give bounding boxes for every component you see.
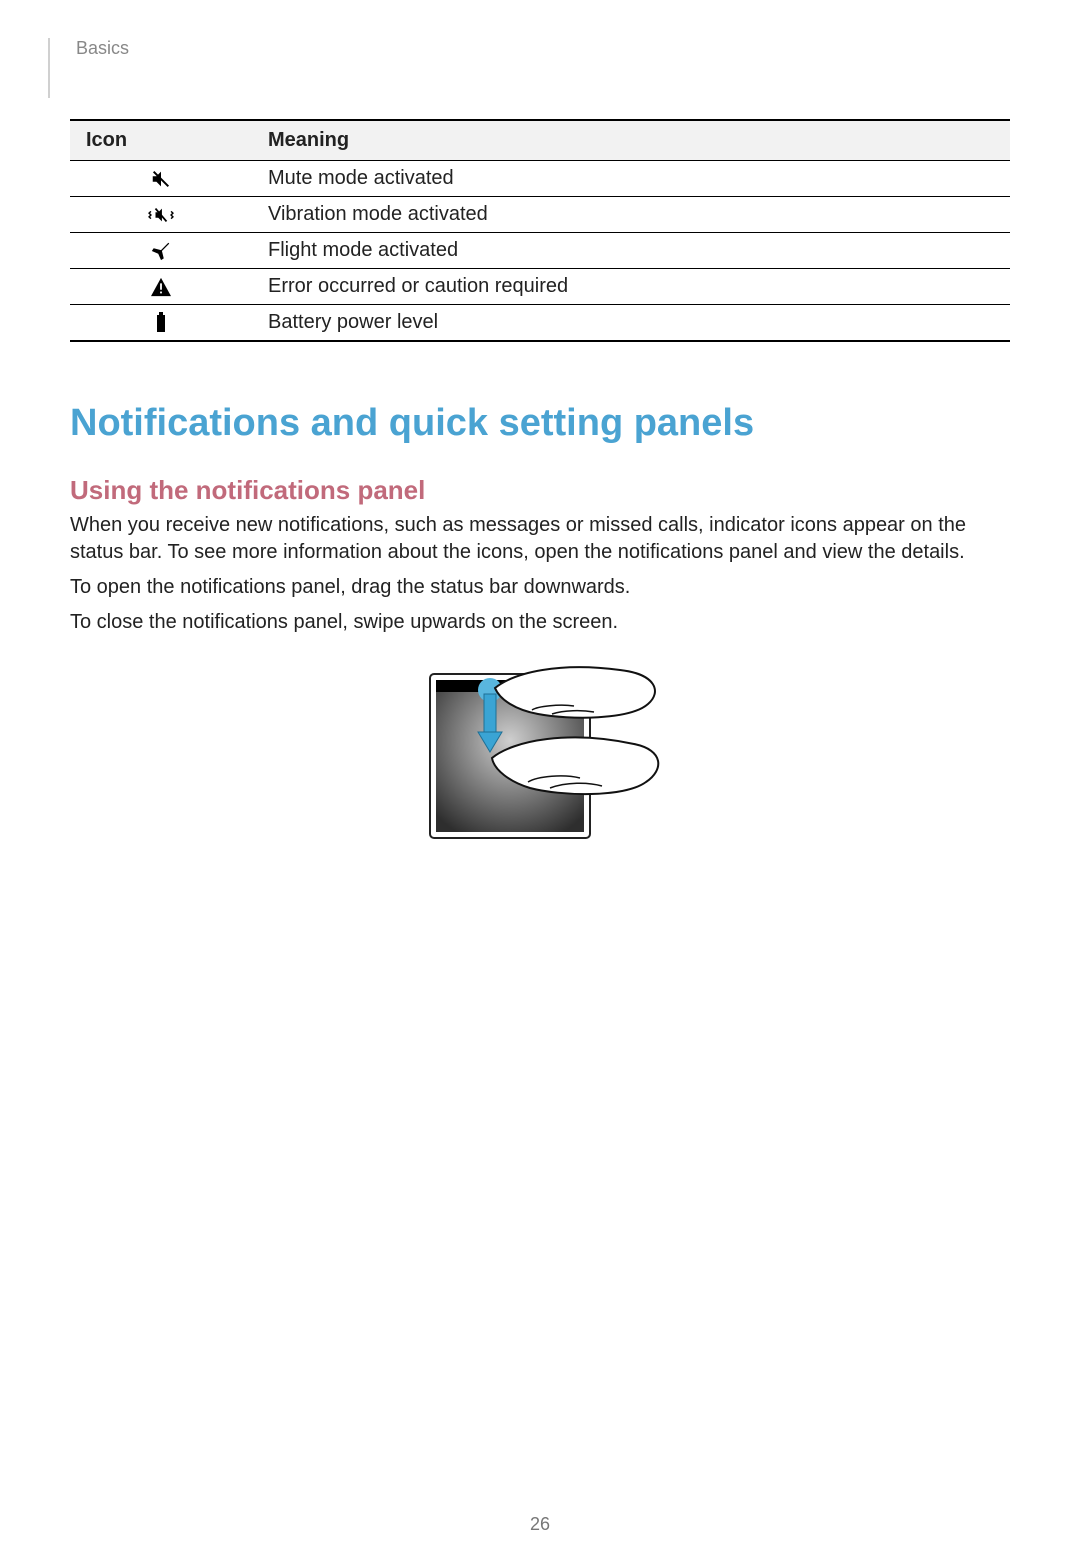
body-paragraph: To close the notifications panel, swipe … [70,609,1010,636]
table-row: Mute mode activated [70,161,1010,197]
table-header-meaning: Meaning [252,120,1010,161]
page-title: Notifications and quick setting panels [70,402,1010,445]
table-row: Flight mode activated [70,233,1010,269]
meaning-cell: Error occurred or caution required [252,269,1010,305]
table-row: Error occurred or caution required [70,269,1010,305]
body-paragraph: When you receive new notifications, such… [70,512,1010,566]
section-label: Basics [76,38,1010,59]
meaning-cell: Flight mode activated [252,233,1010,269]
vibrate-icon [147,203,175,225]
meaning-cell: Battery power level [252,305,1010,342]
warning-icon [150,275,172,297]
table-header-icon: Icon [70,120,252,161]
page-number: 26 [0,1514,1080,1535]
mute-icon [150,167,172,189]
table-row: Battery power level [70,305,1010,342]
meaning-cell: Vibration mode activated [252,197,1010,233]
swipe-down-illustration: 10:00 [420,666,660,846]
body-paragraph: To open the notifications panel, drag th… [70,574,1010,601]
section-heading: Using the notifications panel [70,475,1010,506]
battery-icon [154,311,168,333]
flight-icon [150,239,172,261]
icons-table: Icon Meaning Mute mode activated [70,119,1010,342]
meaning-cell: Mute mode activated [252,161,1010,197]
table-row: Vibration mode activated [70,197,1010,233]
